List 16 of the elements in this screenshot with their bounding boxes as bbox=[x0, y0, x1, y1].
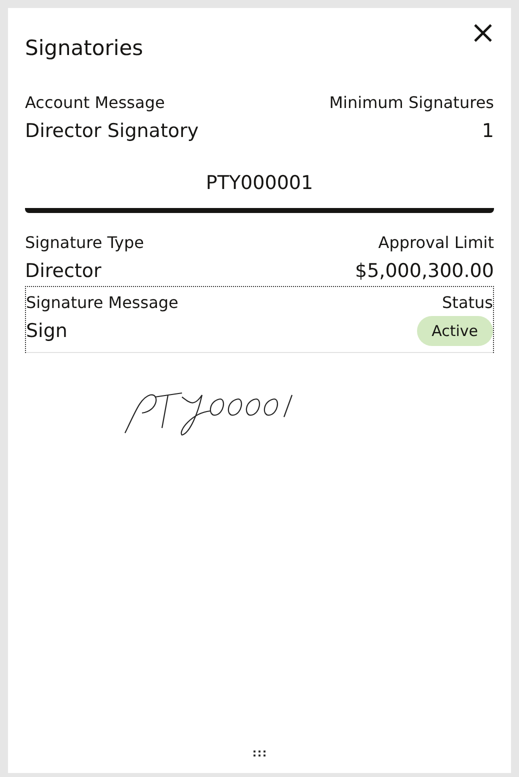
field-label: Status bbox=[442, 293, 493, 312]
drag-handle-icon[interactable] bbox=[253, 750, 266, 757]
field-label: Minimum Signatures bbox=[329, 93, 494, 112]
status-badge: Active bbox=[416, 316, 493, 346]
field-label: Signature Type bbox=[25, 233, 144, 252]
field-value: Director Signatory bbox=[25, 120, 199, 142]
field-value: Sign bbox=[26, 320, 68, 342]
tab[interactable]: PTY000001 bbox=[25, 164, 494, 213]
field-value: $5,000,300.00 bbox=[354, 260, 494, 282]
field-value: Director bbox=[25, 260, 102, 282]
dialog-title: Signatories bbox=[25, 36, 144, 60]
field-label: Account Message bbox=[25, 93, 165, 112]
field-label: Approval Limit bbox=[378, 233, 494, 252]
field-value: 1 bbox=[482, 120, 494, 142]
field-label: Signature Message bbox=[26, 293, 178, 312]
close-icon bbox=[474, 24, 492, 42]
